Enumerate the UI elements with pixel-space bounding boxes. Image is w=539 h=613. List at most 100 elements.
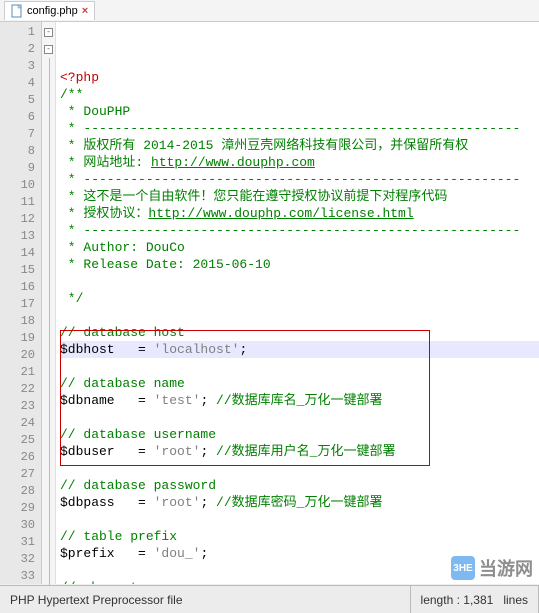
fold-guide [42,92,55,109]
fold-guide [42,381,55,398]
code-line[interactable]: * --------------------------------------… [60,120,539,137]
code-line[interactable]: * Author: DouCo [60,239,539,256]
fold-guide [42,313,55,330]
code-line[interactable]: */ [60,290,539,307]
fold-guide [42,109,55,126]
code-line[interactable] [60,307,539,324]
line-number: 28 [0,483,41,500]
code-line[interactable] [60,409,539,426]
fold-guide [42,466,55,483]
fold-guide [42,262,55,279]
code-area[interactable]: <?php/** * DouPHP * --------------------… [56,22,539,584]
code-line[interactable]: // table prefix [60,528,539,545]
code-line[interactable]: * --------------------------------------… [60,222,539,239]
fold-guide [42,211,55,228]
line-number: 13 [0,228,41,245]
code-line[interactable]: // database name [60,375,539,392]
watermark: 3HE 当游网 [451,555,533,581]
close-icon[interactable]: × [82,5,88,17]
fold-column: -- [42,22,56,584]
code-line[interactable]: $dbuser = 'root'; //数据库用户名_万化一键部署 [60,443,539,460]
status-length: length : 1,381 lines [411,586,539,613]
fold-guide [42,194,55,211]
line-number: 21 [0,364,41,381]
code-line[interactable]: /** [60,86,539,103]
line-number: 2 [0,41,41,58]
code-line[interactable]: $dbpass = 'root'; //数据库密码_万化一键部署 [60,494,539,511]
line-number: 17 [0,296,41,313]
code-line[interactable]: * 这不是一个自由软件！您只能在遵守授权协议前提下对程序代码 [60,188,539,205]
line-number: 33 [0,568,41,585]
code-line[interactable]: $dbname = 'test'; //数据库库名_万化一键部署 [60,392,539,409]
fold-guide [42,449,55,466]
line-number: 25 [0,432,41,449]
fold-guide [42,347,55,364]
code-line[interactable]: * 授权协议：http://www.douphp.com/license.htm… [60,205,539,222]
line-number: 9 [0,160,41,177]
line-number: 24 [0,415,41,432]
code-line[interactable] [60,358,539,375]
watermark-text: 当游网 [479,555,533,581]
code-line[interactable]: * 版权所有 2014-2015 漳州豆壳网络科技有限公司，并保留所有权 [60,137,539,154]
line-number: 11 [0,194,41,211]
tab-filename: config.php [27,5,78,17]
fold-guide [42,245,55,262]
code-line[interactable]: <?php [60,69,539,86]
fold-toggle-icon[interactable]: - [42,24,55,41]
line-number: 22 [0,381,41,398]
line-number: 32 [0,551,41,568]
fold-guide [42,364,55,381]
code-line[interactable]: // database password [60,477,539,494]
fold-guide [42,75,55,92]
fold-guide [42,296,55,313]
code-line[interactable]: * DouPHP [60,103,539,120]
fold-guide [42,432,55,449]
fold-guide [42,58,55,75]
line-number: 20 [0,347,41,364]
line-number: 16 [0,279,41,296]
line-number: 19 [0,330,41,347]
line-number: 30 [0,517,41,534]
fold-guide [42,483,55,500]
line-number: 4 [0,75,41,92]
fold-guide [42,143,55,160]
code-line[interactable] [60,460,539,477]
fold-guide [42,551,55,568]
line-number: 8 [0,143,41,160]
status-filetype: PHP Hypertext Preprocessor file [0,586,411,613]
line-number: 3 [0,58,41,75]
code-line[interactable]: // database username [60,426,539,443]
line-number: 12 [0,211,41,228]
line-number: 23 [0,398,41,415]
line-number: 10 [0,177,41,194]
line-number: 1 [0,24,41,41]
line-number: 26 [0,449,41,466]
line-number: 29 [0,500,41,517]
file-icon [11,4,23,18]
fold-guide [42,279,55,296]
fold-guide [42,160,55,177]
code-line[interactable]: // database host [60,324,539,341]
fold-toggle-icon[interactable]: - [42,41,55,58]
fold-guide [42,398,55,415]
file-tab[interactable]: config.php × [4,1,95,20]
tab-bar: config.php × [0,0,539,22]
watermark-logo: 3HE [451,556,475,580]
line-number-gutter: 1234567891011121314151617181920212223242… [0,22,42,584]
code-line[interactable]: * 网站地址: http://www.douphp.com [60,154,539,171]
code-line[interactable]: * --------------------------------------… [60,171,539,188]
fold-guide [42,534,55,551]
code-line[interactable]: * Release Date: 2015-06-10 [60,256,539,273]
code-line[interactable] [60,273,539,290]
code-line[interactable] [60,511,539,528]
fold-guide [42,126,55,143]
line-number: 6 [0,109,41,126]
status-bar: PHP Hypertext Preprocessor file length :… [0,585,539,613]
line-number: 31 [0,534,41,551]
fold-guide [42,517,55,534]
fold-guide [42,568,55,585]
fold-guide [42,500,55,517]
code-line[interactable]: $dbhost = 'localhost'; [60,341,539,358]
line-number: 18 [0,313,41,330]
code-editor[interactable]: 1234567891011121314151617181920212223242… [0,22,539,584]
